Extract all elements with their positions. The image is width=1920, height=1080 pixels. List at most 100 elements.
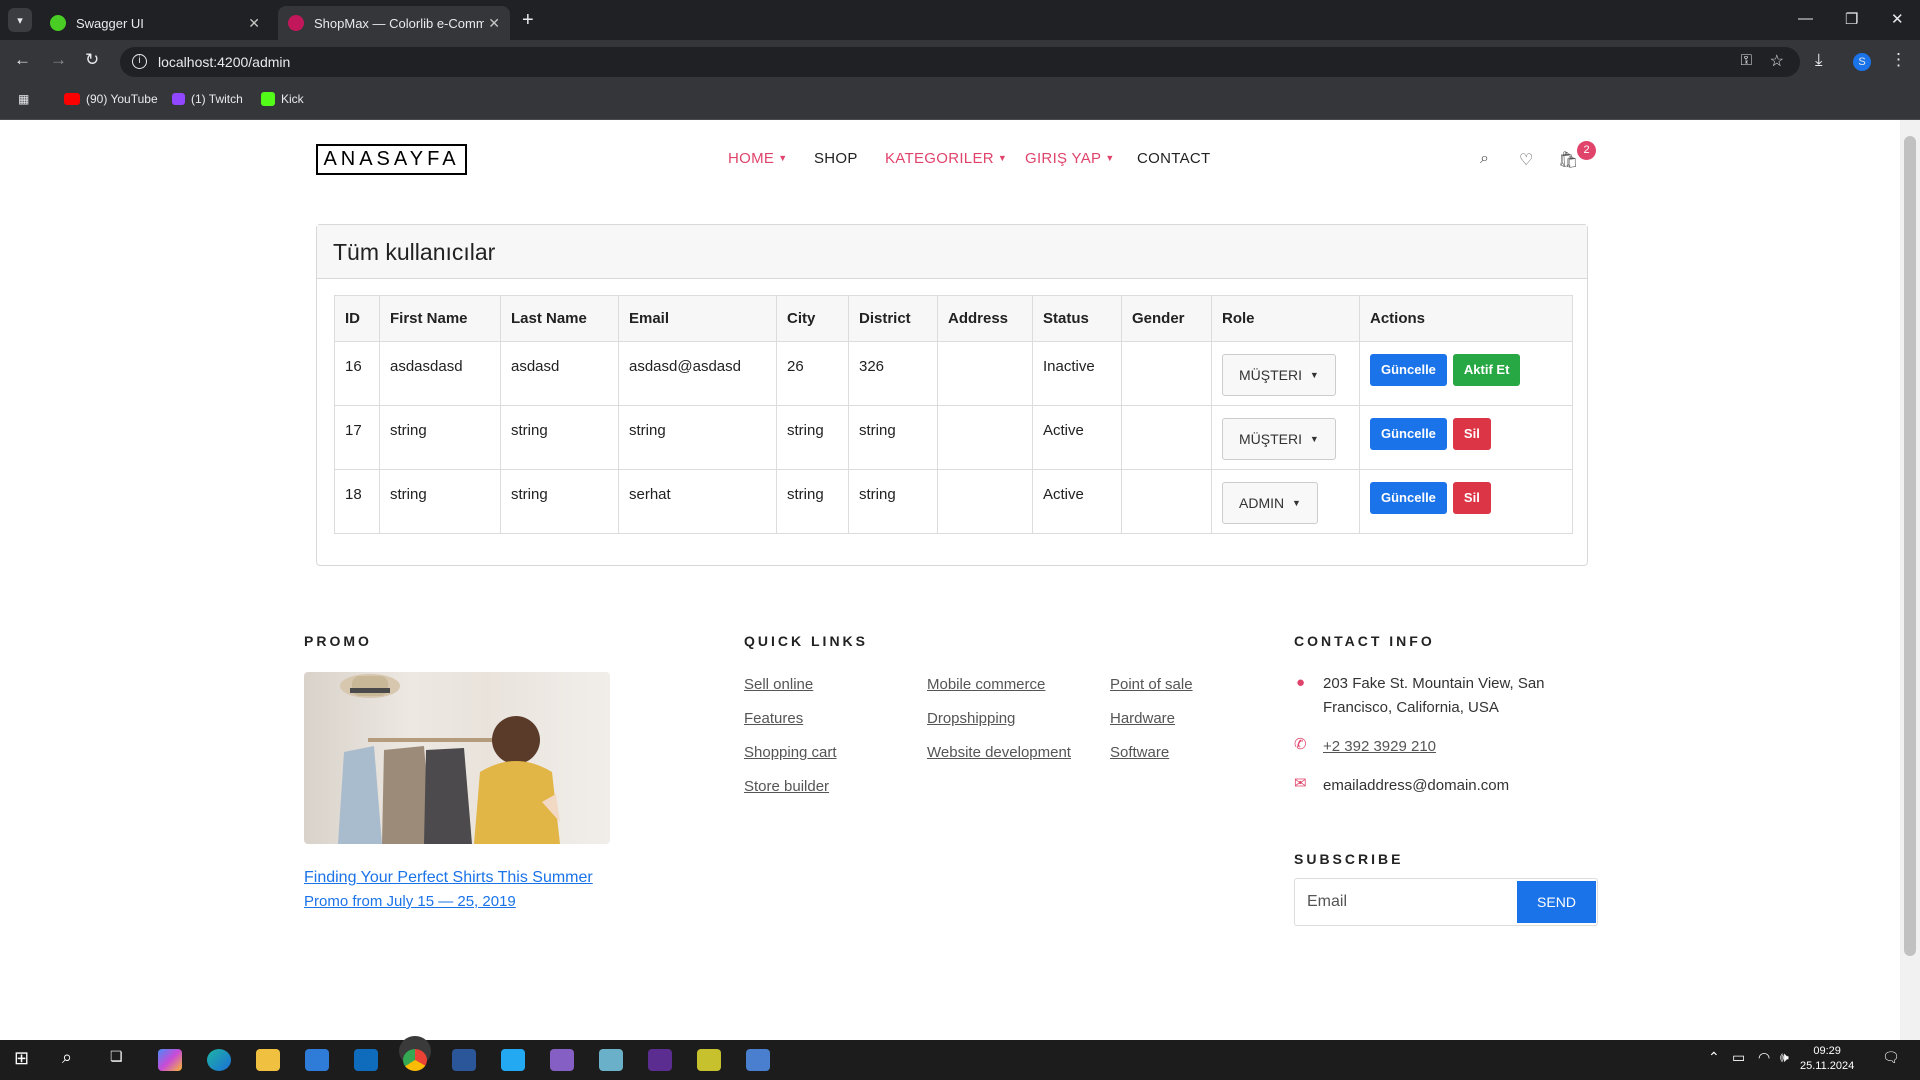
column-header: Status bbox=[1032, 295, 1122, 342]
link-mobile-commerce[interactable]: Mobile commerce bbox=[927, 676, 1045, 693]
word-icon[interactable] bbox=[452, 1049, 476, 1071]
role-dropdown[interactable]: MÜŞTERI ▼ bbox=[1222, 418, 1336, 460]
app-icon[interactable] bbox=[697, 1049, 721, 1071]
app-icon[interactable] bbox=[599, 1049, 623, 1071]
restore-icon[interactable]: ❐ bbox=[1845, 10, 1858, 28]
minimize-icon[interactable]: — bbox=[1798, 10, 1813, 27]
tray-chevron-icon[interactable]: ⌃ bbox=[1708, 1049, 1720, 1066]
quick-links-heading: QUICK LINKS bbox=[744, 633, 868, 649]
bookmark-kick[interactable]: Kick bbox=[261, 92, 304, 106]
link-software[interactable]: Software bbox=[1110, 744, 1169, 761]
link-point-of-sale[interactable]: Point of sale bbox=[1110, 676, 1193, 693]
site-info-icon[interactable]: i bbox=[132, 54, 147, 69]
link-dropshipping[interactable]: Dropshipping bbox=[927, 710, 1015, 727]
outlook-icon[interactable] bbox=[354, 1049, 378, 1071]
page-scrollbar[interactable] bbox=[1900, 120, 1920, 1040]
copilot-icon[interactable] bbox=[158, 1049, 182, 1071]
update-button[interactable]: Güncelle bbox=[1370, 354, 1447, 386]
battery-icon[interactable]: ▭ bbox=[1732, 1049, 1745, 1066]
role-dropdown[interactable]: ADMIN ▼ bbox=[1222, 482, 1318, 524]
site-footer bbox=[0, 566, 1900, 1040]
vscode-icon[interactable] bbox=[501, 1049, 525, 1071]
search-icon[interactable]: ⌕ bbox=[1480, 150, 1489, 168]
site-logo[interactable]: ANASAYFA bbox=[316, 144, 467, 175]
cell-id: 18 bbox=[334, 469, 380, 534]
volume-icon[interactable]: 🕪 bbox=[1780, 1049, 1789, 1066]
reload-icon[interactable]: ↻ bbox=[85, 50, 99, 70]
menu-dots-icon[interactable]: ⋮ bbox=[1890, 50, 1907, 70]
download-icon[interactable]: ⤓ bbox=[1815, 50, 1823, 70]
bookmark-twitch[interactable]: (1) Twitch bbox=[172, 92, 243, 106]
contact-phone[interactable]: +2 392 3929 210 bbox=[1323, 735, 1436, 759]
clock-date: 25.11.2024 bbox=[1800, 1060, 1855, 1072]
cell-address bbox=[937, 341, 1033, 406]
table-header-row: ID First Name Last Name Email City Distr… bbox=[334, 295, 1573, 342]
windows-start-icon[interactable]: ⊞ bbox=[14, 1048, 29, 1069]
bookmark-star-icon[interactable]: ☆ bbox=[1770, 51, 1784, 71]
link-shopping-cart[interactable]: Shopping cart bbox=[744, 744, 837, 761]
task-view-icon[interactable]: ❏ bbox=[110, 1048, 123, 1065]
bookmark-youtube[interactable]: (90) YouTube bbox=[64, 92, 158, 106]
cell-city: 26 bbox=[776, 341, 849, 406]
browser-tab-shopmax[interactable]: ShopMax — Colorlib e-Comme ✕ bbox=[278, 6, 510, 40]
column-header: First Name bbox=[379, 295, 501, 342]
password-key-icon[interactable]: ⚿ bbox=[1741, 52, 1752, 69]
role-dropdown[interactable]: MÜŞTERI ▼ bbox=[1222, 354, 1336, 396]
column-header: City bbox=[776, 295, 849, 342]
new-tab-icon[interactable]: + bbox=[522, 10, 534, 30]
promo-date[interactable]: Promo from July 15 — 25, 2019 bbox=[304, 893, 516, 910]
taskbar-clock[interactable]: 09:29 25.11.2024 bbox=[1800, 1044, 1854, 1074]
link-website-development[interactable]: Website development bbox=[927, 744, 1071, 761]
nav-shop[interactable]: SHOP bbox=[814, 150, 858, 167]
app-icon[interactable] bbox=[746, 1049, 770, 1071]
scrollbar-thumb[interactable] bbox=[1904, 136, 1916, 956]
edge-icon[interactable] bbox=[207, 1049, 231, 1071]
close-tab-icon[interactable]: ✕ bbox=[488, 15, 500, 32]
heart-icon[interactable]: ♡ bbox=[1519, 150, 1533, 170]
update-button[interactable]: Güncelle bbox=[1370, 418, 1447, 450]
link-sell-online[interactable]: Sell online bbox=[744, 676, 813, 693]
activate-button[interactable]: Aktif Et bbox=[1452, 354, 1521, 386]
shopping-bag-icon[interactable]: 🛍 bbox=[1558, 150, 1578, 170]
update-button[interactable]: Güncelle bbox=[1370, 482, 1447, 514]
tab-search-icon[interactable]: ▾ bbox=[8, 8, 32, 32]
delete-button[interactable]: Sil bbox=[1452, 482, 1491, 514]
close-window-icon[interactable]: ✕ bbox=[1891, 10, 1904, 28]
column-header: Gender bbox=[1121, 295, 1212, 342]
send-button[interactable]: SEND bbox=[1517, 881, 1596, 923]
clock-time: 09:29 bbox=[1813, 1045, 1841, 1057]
cell-gender bbox=[1121, 469, 1212, 534]
wifi-icon[interactable]: ◠ bbox=[1758, 1049, 1770, 1066]
cell-actions: Güncelle Aktif Et bbox=[1359, 341, 1573, 406]
cell-gender bbox=[1121, 405, 1212, 470]
notification-icon[interactable]: 🗨 bbox=[1882, 1049, 1900, 1066]
nav-home[interactable]: HOME ▼ bbox=[728, 150, 787, 167]
file-explorer-icon[interactable] bbox=[256, 1049, 280, 1071]
link-features[interactable]: Features bbox=[744, 710, 803, 727]
back-icon[interactable]: ← bbox=[14, 50, 31, 70]
bookmark-label: (1) Twitch bbox=[191, 92, 243, 106]
visual-studio-icon[interactable] bbox=[550, 1049, 574, 1071]
delete-button[interactable]: Sil bbox=[1452, 418, 1491, 450]
browser-tab-swagger[interactable]: Swagger UI ✕ bbox=[40, 6, 270, 40]
close-tab-icon[interactable]: ✕ bbox=[248, 15, 260, 32]
search-icon[interactable]: ⌕ bbox=[62, 1047, 72, 1068]
apps-grid-icon[interactable]: ▦ bbox=[18, 92, 29, 106]
nav-categories[interactable]: KATEGORILER ▼ bbox=[885, 150, 1007, 167]
nav-login[interactable]: GIRIŞ YAP ▼ bbox=[1025, 150, 1115, 167]
address-bar[interactable]: i localhost:4200/admin ⚿ ☆ bbox=[120, 47, 1800, 77]
store-icon[interactable] bbox=[305, 1049, 329, 1071]
chevron-down-icon: ▼ bbox=[778, 153, 788, 163]
nav-contact[interactable]: CONTACT bbox=[1137, 150, 1210, 167]
profile-avatar[interactable]: S bbox=[1853, 53, 1871, 71]
chrome-icon[interactable] bbox=[403, 1049, 427, 1071]
link-store-builder[interactable]: Store builder bbox=[744, 778, 829, 795]
terminal-icon[interactable] bbox=[648, 1049, 672, 1071]
bookmark-label: (90) YouTube bbox=[86, 92, 158, 106]
promo-image[interactable] bbox=[304, 672, 610, 844]
url-text: localhost:4200/admin bbox=[158, 54, 291, 70]
column-header: Email bbox=[618, 295, 777, 342]
promo-link[interactable]: Finding Your Perfect Shirts This Summer bbox=[304, 869, 593, 887]
forward-icon[interactable]: → bbox=[50, 50, 67, 70]
link-hardware[interactable]: Hardware bbox=[1110, 710, 1175, 727]
